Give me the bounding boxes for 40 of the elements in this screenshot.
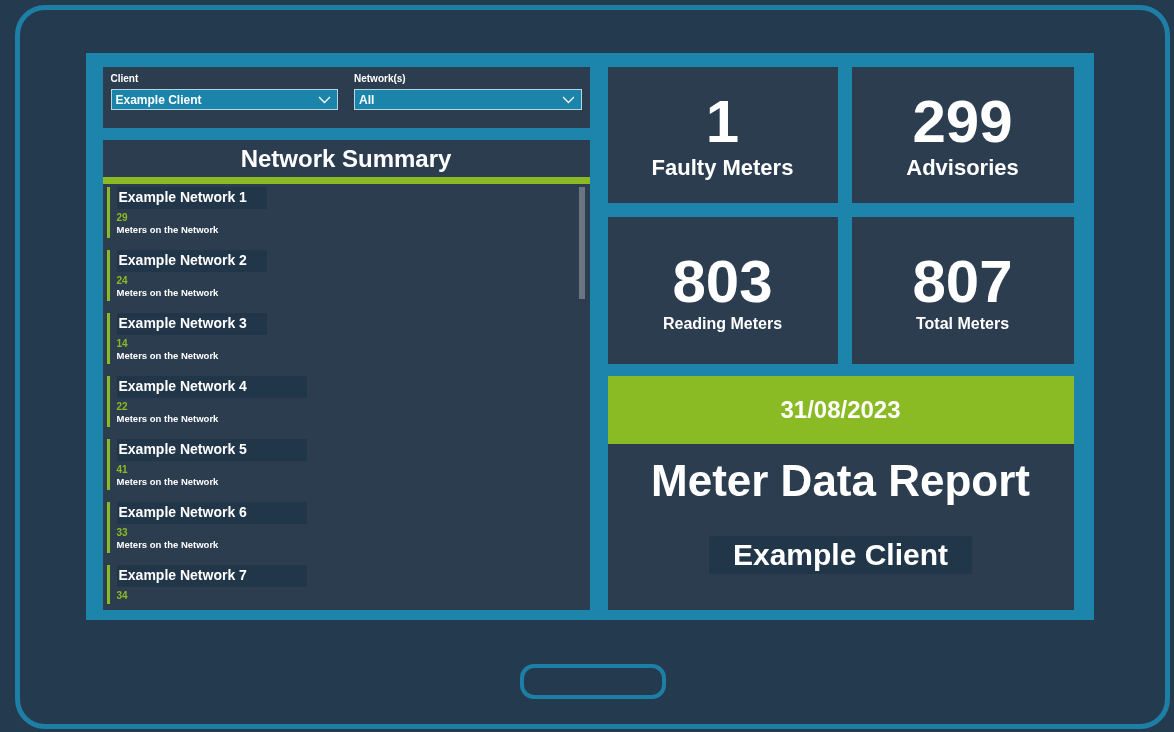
network-name: Example Network 3 <box>116 313 267 335</box>
dropdown[interactable]: All <box>354 89 582 110</box>
network-name: Example Network 7 <box>116 565 307 587</box>
network-name: Example Network 6 <box>116 502 307 524</box>
count-caption: Meters on the Network <box>116 413 219 425</box>
scrollbar-thumb[interactable] <box>578 187 585 299</box>
network-name: Example Network 5 <box>116 439 307 461</box>
count-caption: Meters on the Network <box>116 476 219 488</box>
kpi-value: 803 <box>672 248 773 315</box>
count-caption: Meters on the Network <box>116 350 219 362</box>
chevron-down-icon <box>318 95 331 104</box>
meter-count: 34 <box>116 589 128 602</box>
meter-count: 24 <box>116 274 128 287</box>
chevron-down-icon <box>561 95 575 104</box>
date-banner: 31/08/2023 <box>607 376 1074 444</box>
network-name: Example Network 4 <box>116 376 307 398</box>
client-name: Example Client <box>708 536 973 574</box>
network-name: Example Network 1 <box>116 187 267 209</box>
network-name: Example Network 2 <box>116 250 267 272</box>
panel-title: Network Summary <box>240 144 452 174</box>
kpi-label: Faulty Meters <box>651 155 794 181</box>
kpi-value: 299 <box>912 89 1013 155</box>
count-caption: Meters on the Network <box>116 539 219 551</box>
meter-count: 29 <box>116 211 128 224</box>
meter-count: 33 <box>116 526 128 539</box>
home-button[interactable] <box>519 664 666 699</box>
filter-label: Network(s) <box>354 73 406 84</box>
kpi-label: Total Meters <box>915 314 1010 333</box>
meter-count: 14 <box>116 337 128 350</box>
kpi-label: Advisories <box>906 155 1019 181</box>
kpi-value: 807 <box>912 248 1013 315</box>
meter-count: 41 <box>116 463 128 476</box>
count-caption: Meters on the Network <box>116 287 219 299</box>
filter-label: Client <box>110 73 139 84</box>
meter-count: 22 <box>116 400 128 413</box>
count-caption: Meters on the Network <box>116 224 219 236</box>
report-title: Meter Data Report <box>651 456 1030 506</box>
kpi-label: Reading Meters <box>662 314 783 333</box>
kpi-value: 1 <box>705 89 740 155</box>
dropdown[interactable]: Example Client <box>110 89 338 110</box>
